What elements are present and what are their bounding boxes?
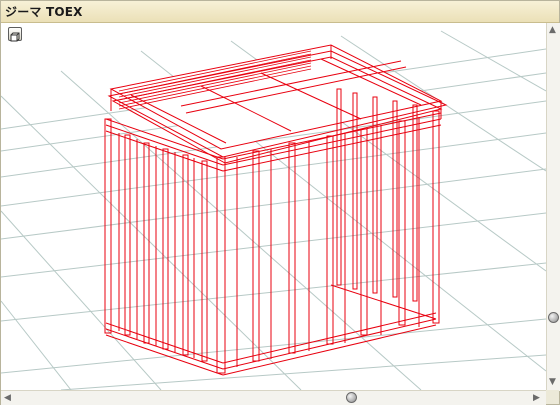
carport-wireframe: [104, 44, 448, 376]
scroll-right-icon[interactable]: ▶: [533, 393, 540, 403]
scrollbar-corner: [546, 390, 559, 404]
horizontal-scroll-thumb[interactable]: [346, 392, 357, 403]
app-window: ジーマ TOEX ▲ ▼ ◀ ▶: [0, 0, 560, 405]
scroll-down-icon[interactable]: ▼: [549, 377, 556, 387]
vertical-scroll-thumb[interactable]: [548, 312, 559, 323]
vertical-scrollbar[interactable]: ▲ ▼: [546, 23, 560, 391]
view-mode-icon[interactable]: [8, 27, 22, 42]
wireframe-scene: [1, 30, 546, 390]
window-title: ジーマ TOEX: [5, 5, 83, 19]
3d-viewport[interactable]: [1, 23, 546, 390]
scroll-left-icon[interactable]: ◀: [4, 393, 11, 403]
horizontal-scrollbar[interactable]: ◀ ▶: [1, 390, 546, 405]
title-bar[interactable]: ジーマ TOEX: [1, 1, 559, 23]
scroll-up-icon[interactable]: ▲: [549, 25, 556, 35]
